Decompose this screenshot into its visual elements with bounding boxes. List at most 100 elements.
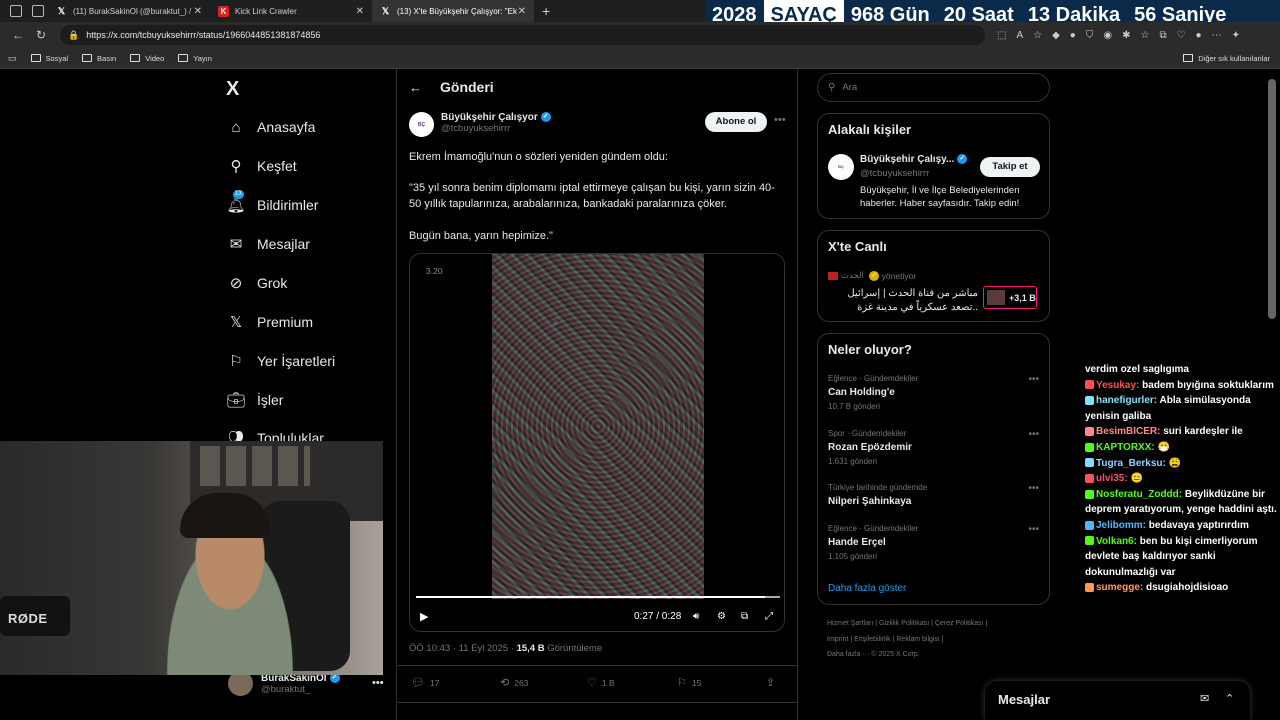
messages-drawer[interactable]: Mesajlar ✉ ⌃ — [985, 681, 1250, 720]
url-input[interactable]: 🔒 https://x.com/tcbuyuksehirrr/status/19… — [60, 25, 985, 45]
bookmark-button[interactable]: ⚐ 15 — [677, 676, 701, 689]
new-tab-button[interactable]: + — [542, 3, 550, 19]
favorites-icon[interactable]: ☆ — [1140, 30, 1149, 41]
refresh-icon[interactable]: ↻ — [36, 29, 48, 41]
reply-button[interactable]: 💬︎ 17 — [411, 676, 439, 689]
view-count: 15,4 B — [516, 643, 545, 654]
repost-button[interactable]: ⟲ 263 — [500, 676, 528, 689]
sidebar-item-label: Mesajlar — [257, 236, 310, 252]
browser-essentials-icon[interactable]: ♡ — [1177, 30, 1186, 41]
fullscreen-icon[interactable]: ⤢ — [765, 611, 773, 622]
more-icon[interactable]: ••• — [1028, 483, 1039, 494]
video-player[interactable]: 3.20 ▶ 0:27 / 0:28 🔊︎ ⚙ ⧉ ⤢ — [409, 253, 785, 632]
extensions-icon[interactable]: ✱ — [1122, 30, 1130, 41]
chat-username[interactable]: Tugra_Berksu: — [1096, 458, 1166, 469]
bookmark-folder[interactable]: Yayın — [178, 54, 212, 63]
menu-icon[interactable]: ⋯ — [1212, 30, 1222, 41]
sidebar-item-jobs[interactable]: 💼︎ İşler — [226, 391, 283, 409]
other-bookmarks[interactable]: Diğer sık kullanılanlar — [1183, 54, 1270, 63]
bookmark-folder[interactable]: Sosyal — [30, 54, 68, 63]
close-icon[interactable]: ✕ — [194, 6, 202, 17]
chat-username[interactable]: Nosferatu_Zoddd: — [1096, 489, 1182, 500]
trend-item[interactable]: Türkiye tarihinde gündemde Nilperi Şahin… — [828, 483, 1043, 507]
favorite-star-icon[interactable]: ☆ — [1033, 30, 1042, 41]
x-icon: 𝕏 — [229, 314, 243, 331]
like-button[interactable]: ♡ 1 B — [587, 676, 615, 689]
collapse-icon[interactable]: ⌃ — [1225, 692, 1234, 705]
footer-links[interactable]: Imprint | Erişilebilirlik | Reklam bilgi… — [827, 636, 943, 643]
author-handle[interactable]: @tcbuyuksehirrr — [441, 123, 551, 134]
chat-badge-icon — [1085, 489, 1094, 499]
extension-icon[interactable]: ● — [1070, 30, 1076, 41]
footer-links[interactable]: Daha fazla ··· © 2025 X Corp. — [827, 651, 920, 658]
sidebar-item-explore[interactable]: ⚲ Keşfet — [227, 157, 297, 175]
author-name[interactable]: Büyükşehir Çalışyor ✓ — [441, 112, 551, 123]
related-people-card: Alakalı kişiler BÇ Büyükşehir Çalışy... ✓… — [817, 113, 1050, 219]
footer-links[interactable]: Hizmet Şartları | Gizlilik Politikası | … — [827, 620, 987, 627]
sidebar-toggle-icon[interactable]: ▭ — [8, 53, 17, 64]
extension-icon[interactable]: ◆ — [1052, 30, 1060, 41]
avatar[interactable]: ● — [1196, 30, 1202, 41]
subscribe-button[interactable]: Abone ol — [705, 112, 767, 132]
tab-post[interactable]: 𝕏 (13) X'te Büyükşehir Çalışyor: "Ek ✕ — [372, 0, 534, 22]
play-icon[interactable]: ▶ — [420, 610, 428, 623]
workspaces-icon[interactable] — [10, 5, 22, 17]
show-more-link[interactable]: Daha fazla göster — [828, 583, 906, 594]
author-avatar[interactable]: BÇ — [409, 112, 434, 137]
live-listeners[interactable]: +3,1 B — [983, 286, 1037, 309]
sidebar-item-notifications[interactable]: 🔔︎ 13 Bildirimler — [226, 190, 318, 214]
scrollbar[interactable] — [1268, 79, 1276, 319]
sidebar-item-premium[interactable]: 𝕏 Premium — [227, 313, 313, 331]
video-progress-bar[interactable] — [416, 596, 780, 598]
chat-username[interactable]: BesimBICER: — [1096, 426, 1160, 437]
extension-icon[interactable]: ⬚ — [997, 30, 1006, 41]
read-aloud-icon[interactable]: A — [1016, 30, 1023, 41]
more-icon[interactable]: ••• — [1028, 374, 1039, 385]
follow-button[interactable]: Takip et — [980, 157, 1040, 177]
collections-icon[interactable]: ⧉ — [1159, 30, 1166, 41]
more-icon[interactable]: ••• — [1028, 429, 1039, 440]
close-icon[interactable]: ✕ — [356, 6, 364, 17]
chat-username[interactable]: Yesukay: — [1096, 380, 1139, 391]
shield-icon[interactable]: ⛉ — [1086, 30, 1094, 41]
bookmark-folder[interactable]: Video — [130, 54, 164, 63]
search-input[interactable]: ⚲ Ara — [817, 73, 1050, 102]
close-icon[interactable]: ✕ — [518, 6, 526, 17]
sidebar-item-bookmarks[interactable]: ⚐ Yer İşaretleri — [227, 352, 335, 370]
volume-icon[interactable]: 🔊︎ — [693, 611, 699, 622]
bookmark-folder[interactable]: Basın — [82, 54, 116, 63]
copilot-icon[interactable]: ✦ — [1232, 30, 1240, 41]
share-button[interactable]: ⇪ — [766, 676, 780, 689]
avatar[interactable]: BÇ — [828, 154, 854, 180]
extension-icon[interactable]: ◉ — [1103, 30, 1112, 41]
chat-username[interactable]: Jelibomm: — [1096, 520, 1146, 531]
chat-username[interactable]: Volkan6: — [1096, 536, 1137, 547]
chat-badge-icon — [1085, 427, 1094, 437]
related-name[interactable]: Büyükşehir Çalışy... ✓ — [860, 154, 968, 165]
sidebar-item-messages[interactable]: ✉ Mesajlar — [227, 235, 310, 253]
sidebar-item-grok[interactable]: ⊘ Grok — [227, 274, 288, 292]
tab-kick-link-crawler[interactable]: K Kick Link Crawler ✕ — [210, 0, 372, 22]
screen: 𝕏 (11) BurakSakinOl (@buraktut_) / ✕ K K… — [0, 0, 1280, 720]
chat-username[interactable]: sumegge: — [1096, 582, 1143, 593]
tab-buraktut[interactable]: 𝕏 (11) BurakSakinOl (@buraktut_) / ✕ — [48, 0, 210, 22]
back-arrow-icon[interactable]: ← — [409, 80, 422, 95]
back-icon[interactable]: ← — [12, 29, 24, 41]
trend-item[interactable]: Eğlence · Gündemdekiler Can Holding'e 10… — [828, 374, 1043, 411]
pip-icon[interactable]: ⧉ — [741, 611, 748, 622]
trend-item[interactable]: Spor · Gündemdekiler Rozan Epözdemir 1.6… — [828, 429, 1043, 466]
tab-actions-icon[interactable] — [32, 5, 44, 17]
settings-icon[interactable]: ⚙ — [717, 611, 726, 622]
more-icon[interactable]: ••• — [372, 677, 384, 689]
sidebar-item-home[interactable]: ⌂ Anasayfa — [227, 118, 315, 136]
chat-username[interactable]: hanefigurler: — [1096, 395, 1157, 406]
live-title[interactable]: مباشر من قناة الحدث | إسرائيل تصعد عسكري… — [828, 287, 978, 315]
post-timestamp[interactable]: ÖÖ 10:43 · 11 Eyl 2025 · — [409, 643, 517, 654]
chat-username[interactable]: KAPTORXX: — [1096, 442, 1155, 453]
trend-item[interactable]: Eğlence · Gündemdekiler Hande Erçel 1.10… — [828, 524, 1043, 561]
chat-username[interactable]: ulvi35: — [1096, 473, 1128, 484]
x-logo[interactable]: X — [226, 78, 239, 101]
more-icon[interactable]: ••• — [1028, 524, 1039, 535]
more-icon[interactable]: ••• — [774, 114, 786, 126]
new-message-icon[interactable]: ✉ — [1200, 692, 1209, 705]
